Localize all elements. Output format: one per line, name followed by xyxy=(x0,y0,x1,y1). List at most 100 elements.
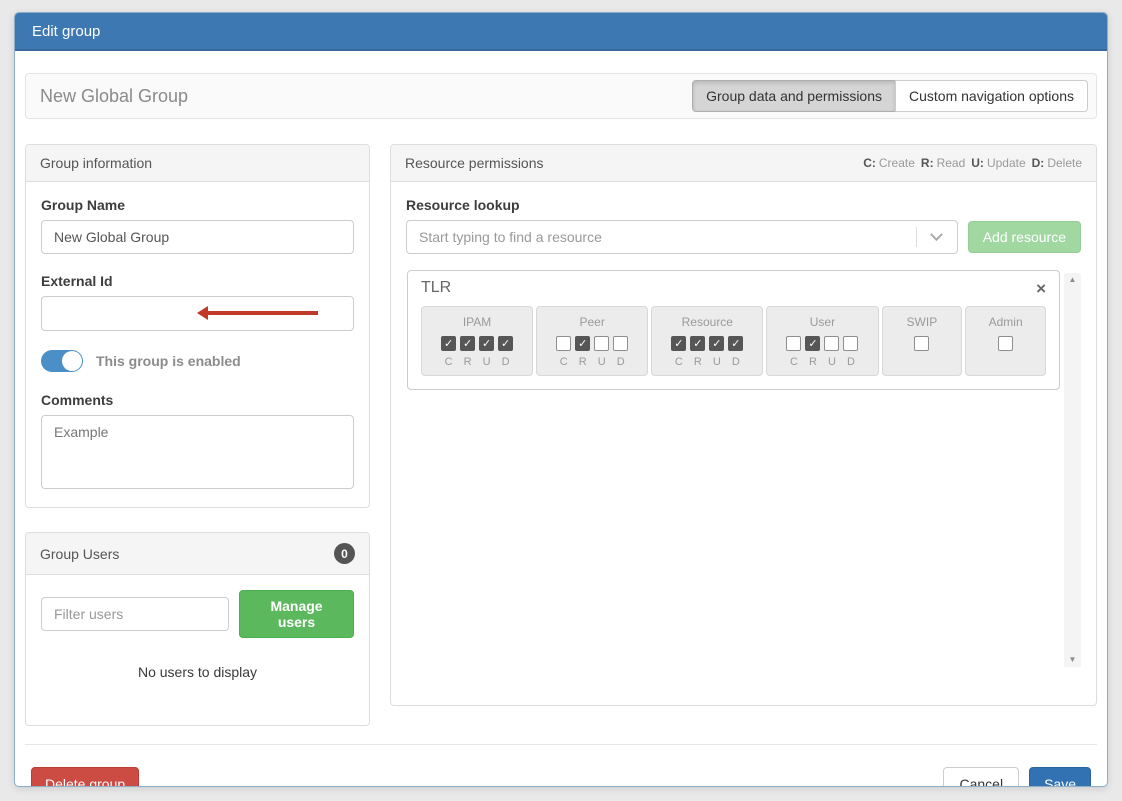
group-users-body: Manage users No users to display xyxy=(26,575,369,725)
u-checkbox[interactable]: ✓ xyxy=(709,336,725,351)
scroll-down-icon[interactable]: ▼ xyxy=(1069,655,1077,665)
permission-group-label: SWIP xyxy=(906,315,938,329)
crud-letter: U xyxy=(827,356,836,368)
checkbox[interactable] xyxy=(914,336,930,351)
crud-letter: R xyxy=(578,356,587,368)
crud-letter: D xyxy=(616,356,625,368)
resource-lookup-label: Resource lookup xyxy=(406,197,520,213)
checkbox-row xyxy=(889,336,956,351)
close-icon[interactable]: × xyxy=(1036,280,1046,297)
resource-lookup-select[interactable]: Start typing to find a resource xyxy=(406,220,958,254)
c-checkbox[interactable]: ✓ xyxy=(441,336,457,351)
resource-lookup-placeholder: Start typing to find a resource xyxy=(419,229,602,245)
delete-group-button[interactable]: Delete group xyxy=(31,767,140,786)
legend-key: R: xyxy=(920,156,934,170)
crud-letters: CRUD xyxy=(543,356,641,368)
permission-group-label: Resource xyxy=(681,315,733,329)
title-bar: New Global Group Group data and permissi… xyxy=(25,73,1097,119)
cancel-button[interactable]: Cancel xyxy=(943,767,1020,786)
comments-field: Comments Example xyxy=(41,392,354,492)
scroll-up-icon[interactable]: ▲ xyxy=(1069,275,1077,285)
group-information-panel: Group information Group Name External Id xyxy=(25,144,370,508)
footer: Delete group Cancel Save xyxy=(25,767,1097,786)
resource-name: TLR xyxy=(421,279,452,296)
crud-letter: D xyxy=(731,356,740,368)
checkbox-row xyxy=(972,336,1039,351)
group-enabled-toggle[interactable] xyxy=(41,350,83,372)
checkbox[interactable] xyxy=(998,336,1014,351)
resources-scroll-area: TLR × IPAM ✓ ✓ ✓ ✓ C R U D Peer ✓ C R U D Resource ✓ ✓ ✓ ✓ C R U… xyxy=(406,270,1081,670)
legend-word: Read xyxy=(936,156,966,170)
user-count-badge: 0 xyxy=(334,543,355,564)
r-checkbox[interactable]: ✓ xyxy=(460,336,476,351)
no-users-message: No users to display xyxy=(137,664,258,680)
u-checkbox[interactable] xyxy=(824,336,840,351)
legend-key: D: xyxy=(1031,156,1045,170)
d-checkbox[interactable] xyxy=(613,336,629,351)
c-checkbox[interactable] xyxy=(556,336,572,351)
group-name-input[interactable] xyxy=(41,220,354,254)
enabled-toggle-row: This group is enabled xyxy=(41,350,354,372)
content-columns: Group information Group Name External Id xyxy=(25,144,1097,726)
d-checkbox[interactable] xyxy=(843,336,859,351)
arrow-shaft xyxy=(205,311,318,315)
permission-group-peer: Peer ✓ C R U D xyxy=(536,306,649,376)
r-checkbox[interactable]: ✓ xyxy=(690,336,706,351)
vertical-scrollbar[interactable]: ▲ ▼ xyxy=(1064,273,1081,667)
comments-textarea[interactable]: Example xyxy=(41,415,354,489)
tab-group-data-and-permissions[interactable]: Group data and permissions xyxy=(692,80,896,112)
group-users-heading: Group Users 0 xyxy=(26,533,369,575)
crud-letter: R xyxy=(808,356,817,368)
permission-group-label: Peer xyxy=(579,315,605,329)
u-checkbox[interactable] xyxy=(594,336,610,351)
crud-letter: C xyxy=(444,356,453,368)
crud-letter: D xyxy=(846,356,855,368)
crud-letters: CRUD xyxy=(428,356,526,368)
group-name-label: Group Name xyxy=(41,197,126,213)
permission-group-label: IPAM xyxy=(462,315,492,329)
group-name-field: Group Name xyxy=(41,197,354,254)
u-checkbox[interactable]: ✓ xyxy=(479,336,495,351)
c-checkbox[interactable] xyxy=(786,336,802,351)
chevron-down-icon[interactable] xyxy=(917,221,957,253)
comments-label: Comments xyxy=(41,392,114,408)
external-id-field: External Id xyxy=(41,273,354,331)
resource-permissions-body: Resource lookup Start typing to find a r… xyxy=(391,182,1096,685)
save-button[interactable]: Save xyxy=(1029,767,1091,786)
checkbox-row: ✓ ✓ ✓ ✓ xyxy=(428,336,526,351)
crud-letter: R xyxy=(693,356,702,368)
group-information-body: Group Name External Id xyxy=(26,182,369,507)
resource-permissions-panel: Resource permissions C: Create R: Read U: Upd… xyxy=(390,144,1097,706)
c-checkbox[interactable]: ✓ xyxy=(671,336,687,351)
r-checkbox[interactable]: ✓ xyxy=(575,336,591,351)
add-resource-button[interactable]: Add resource xyxy=(967,221,1081,253)
legend-key: C: xyxy=(863,156,876,170)
permission-group-resource: Resource ✓ ✓ ✓ ✓ C R U D xyxy=(651,306,764,376)
view-tabs: Group data and permissions Custom navigat… xyxy=(692,80,1088,112)
crud-letters: CRUD xyxy=(773,356,871,368)
crud-letter: C xyxy=(674,356,683,368)
group-information-title: Group information xyxy=(40,155,153,171)
resource-cards-container: TLR × IPAM ✓ ✓ ✓ ✓ C R U D Peer ✓ C R U D Resource ✓ ✓ ✓ ✓ C R U… xyxy=(406,270,1060,390)
group-information-heading: Group information xyxy=(26,145,369,182)
external-id-label: External Id xyxy=(41,273,113,289)
footer-right-buttons: Cancel Save xyxy=(943,767,1091,786)
tab-custom-navigation-options[interactable]: Custom navigation options xyxy=(895,80,1088,112)
crud-letters: CRUD xyxy=(658,356,756,368)
modal-body: New Global Group Group data and permissi… xyxy=(15,73,1107,786)
crud-letter: D xyxy=(501,356,510,368)
manage-users-button[interactable]: Manage users xyxy=(239,590,354,638)
footer-divider xyxy=(25,744,1097,745)
crud-legend: C: Create R: Read U: Update D: Delete xyxy=(863,156,1082,170)
resource-lookup-row: Start typing to find a resource Add reso… xyxy=(406,220,1081,254)
filter-users-input[interactable] xyxy=(41,597,229,631)
d-checkbox[interactable]: ✓ xyxy=(498,336,514,351)
r-checkbox[interactable]: ✓ xyxy=(805,336,821,351)
d-checkbox[interactable]: ✓ xyxy=(728,336,744,351)
crud-letter: U xyxy=(597,356,606,368)
toggle-knob xyxy=(62,351,82,371)
checkbox-row: ✓ xyxy=(773,336,871,351)
modal-title: Edit group xyxy=(15,13,1107,51)
permission-group-user: User ✓ C R U D xyxy=(766,306,879,376)
users-toolbar: Manage users xyxy=(41,590,354,638)
